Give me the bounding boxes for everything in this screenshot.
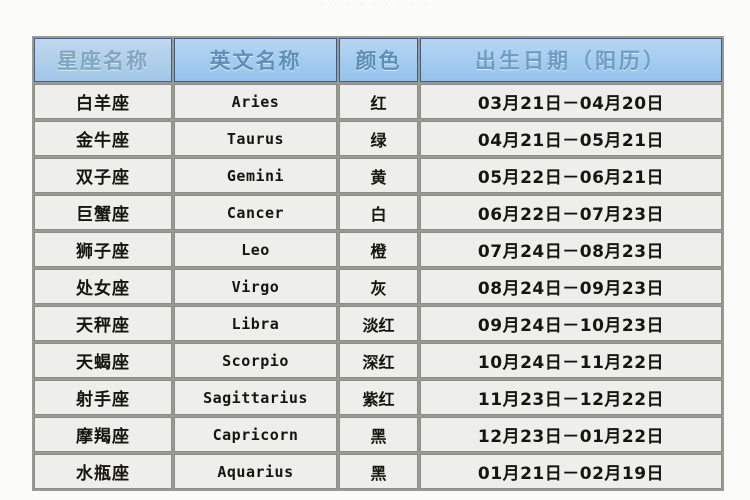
cell-english: Aries [174,84,337,119]
cell-name: 金牛座 [34,121,172,156]
cell-color: 白 [339,195,418,230]
table-row: 天秤座 Libra 淡红 09月24日－10月23日 [34,306,722,341]
table-header: 星座名称 英文名称 颜色 出生日期（阳历） [34,38,722,82]
cell-color: 红 [339,84,418,119]
cell-name: 水瓶座 [34,454,172,489]
table-row: 双子座 Gemini 黄 05月22日－06月21日 [34,158,722,193]
cell-name: 白羊座 [34,84,172,119]
cell-english: Cancer [174,195,337,230]
table-header-row: 星座名称 英文名称 颜色 出生日期（阳历） [34,38,722,82]
table-row: 天蝎座 Scorpio 深红 10月24日－11月22日 [34,343,722,378]
cell-color: 黑 [339,417,418,452]
cropped-top-text: · · · · · · · · · [320,0,430,10]
table-row: 金牛座 Taurus 绿 04月21日－05月21日 [34,121,722,156]
cell-color: 绿 [339,121,418,156]
column-header-color: 颜色 [339,38,418,82]
table-row: 水瓶座 Aquarius 黑 01月21日－02月19日 [34,454,722,489]
cell-birth_date: 01月21日－02月19日 [420,454,722,489]
table-row: 射手座 Sagittarius 紫红 11月23日－12月22日 [34,380,722,415]
cell-name: 巨蟹座 [34,195,172,230]
cell-color: 紫红 [339,380,418,415]
cell-birth_date: 03月21日－04月20日 [420,84,722,119]
table-body: 白羊座 Aries 红 03月21日－04月20日 金牛座 Taurus 绿 04月21日－0… [34,84,722,489]
cell-birth_date: 08月24日－09月23日 [420,269,722,304]
cell-color: 淡红 [339,306,418,341]
table-row: 狮子座 Leo 橙 07月24日－08月23日 [34,232,722,267]
zodiac-table-container: 星座名称 英文名称 颜色 出生日期（阳历） 白羊座 Aries 红 03月21日－04… [32,36,724,491]
table-row: 摩羯座 Capricorn 黑 12月23日－01月22日 [34,417,722,452]
cell-name: 双子座 [34,158,172,193]
cell-name: 射手座 [34,380,172,415]
cell-birth_date: 09月24日－10月23日 [420,306,722,341]
cell-birth_date: 05月22日－06月21日 [420,158,722,193]
cell-name: 摩羯座 [34,417,172,452]
cell-english: Gemini [174,158,337,193]
cell-english: Capricorn [174,417,337,452]
cell-english: Aquarius [174,454,337,489]
column-header-english: 英文名称 [174,38,337,82]
cell-color: 黑 [339,454,418,489]
cell-english: Scorpio [174,343,337,378]
cell-color: 深红 [339,343,418,378]
cell-name: 狮子座 [34,232,172,267]
table-row: 处女座 Virgo 灰 08月24日－09月23日 [34,269,722,304]
zodiac-table: 星座名称 英文名称 颜色 出生日期（阳历） 白羊座 Aries 红 03月21日－04… [32,36,724,491]
column-header-birth-date: 出生日期（阳历） [420,38,722,82]
cell-birth_date: 07月24日－08月23日 [420,232,722,267]
cell-english: Virgo [174,269,337,304]
cell-birth_date: 04月21日－05月21日 [420,121,722,156]
table-row: 白羊座 Aries 红 03月21日－04月20日 [34,84,722,119]
table-row: 巨蟹座 Cancer 白 06月22日－07月23日 [34,195,722,230]
cell-birth_date: 06月22日－07月23日 [420,195,722,230]
column-header-name: 星座名称 [34,38,172,82]
cell-english: Taurus [174,121,337,156]
cell-english: Libra [174,306,337,341]
cell-name: 天蝎座 [34,343,172,378]
cell-birth_date: 11月23日－12月22日 [420,380,722,415]
cell-color: 灰 [339,269,418,304]
cell-color: 黄 [339,158,418,193]
cell-birth_date: 12月23日－01月22日 [420,417,722,452]
cell-color: 橙 [339,232,418,267]
cell-english: Sagittarius [174,380,337,415]
cell-birth_date: 10月24日－11月22日 [420,343,722,378]
cell-name: 天秤座 [34,306,172,341]
cell-name: 处女座 [34,269,172,304]
cell-english: Leo [174,232,337,267]
